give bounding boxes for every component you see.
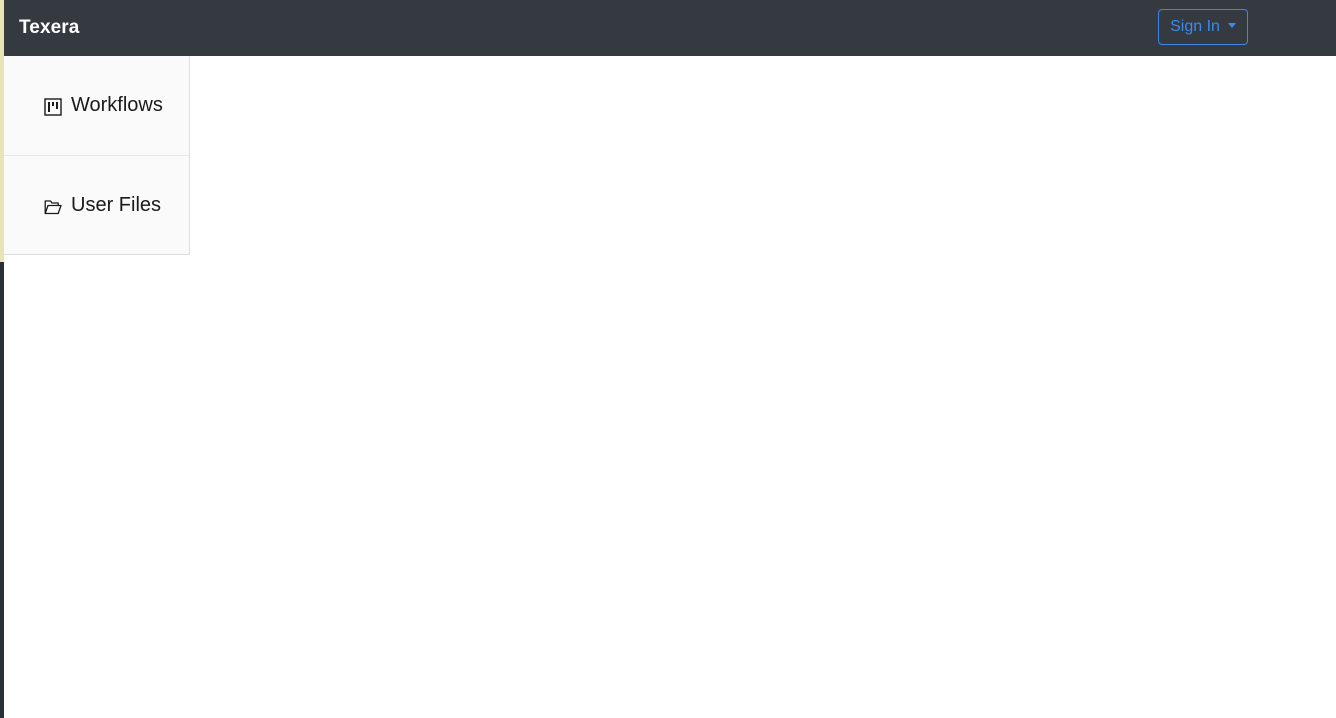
- app-window: Texera Sign In Workflows User Files: [0, 0, 1336, 718]
- folder-open-icon: [44, 198, 62, 216]
- sidebar-item-user-files[interactable]: User Files: [4, 155, 189, 254]
- brand-title[interactable]: Texera: [19, 0, 79, 56]
- sign-in-label: Sign In: [1170, 18, 1220, 35]
- sidebar-item-label: Workflows: [71, 94, 163, 116]
- project-board-icon: [44, 98, 62, 116]
- sidebar-item-workflows[interactable]: Workflows: [4, 56, 189, 155]
- sign-in-dropdown-button[interactable]: Sign In: [1158, 9, 1248, 45]
- sidebar-item-label: User Files: [71, 193, 162, 216]
- caret-down-icon: [1227, 22, 1236, 28]
- sidebar: Workflows User Files: [4, 56, 190, 255]
- top-navbar: Texera Sign In: [4, 0, 1336, 56]
